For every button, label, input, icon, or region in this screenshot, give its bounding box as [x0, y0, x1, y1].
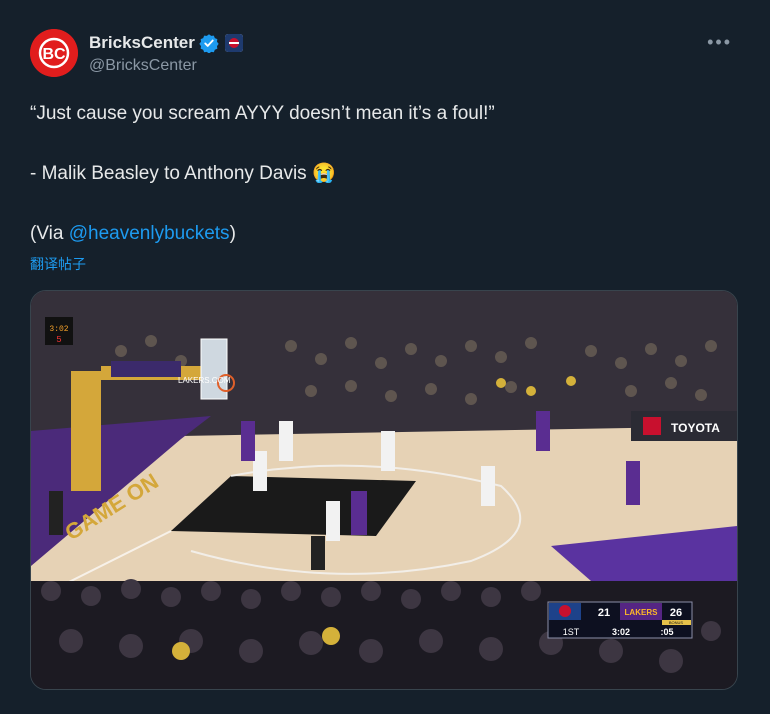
via-close: )	[229, 223, 236, 244]
bricks-logo-icon: BC	[30, 29, 78, 77]
tweet-header: BC BricksCenter @BricksCenter •••	[30, 29, 740, 79]
svg-text:21: 21	[598, 607, 610, 619]
handle[interactable]: @BricksCenter	[89, 57, 197, 75]
svg-text:3:02: 3:02	[612, 627, 630, 637]
more-options-icon[interactable]: •••	[707, 33, 732, 51]
svg-text:TOYOTA: TOYOTA	[671, 421, 720, 435]
tweet-line: “Just cause you scream AYYY doesn’t mean…	[30, 103, 495, 124]
via-text: (Via	[30, 223, 69, 244]
avatar[interactable]: BC	[30, 29, 78, 77]
svg-text:1ST: 1ST	[563, 627, 580, 637]
svg-text::05: :05	[660, 627, 673, 637]
svg-text:26: 26	[670, 607, 682, 619]
tweet-line: - Malik Beasley to Anthony Davis 😭	[30, 163, 336, 184]
svg-text:3:02: 3:02	[49, 325, 68, 334]
action-bar-partial	[30, 694, 330, 714]
tweet-text: “Just cause you scream AYYY doesn’t mean…	[30, 100, 730, 248]
video-frame: GAME ON 3:02 5 LAKERS.COM TOYOTA 21 LAKE…	[31, 291, 737, 689]
svg-text:BONUS: BONUS	[669, 620, 684, 625]
affiliation-badge-icon[interactable]	[224, 34, 243, 52]
svg-text:LAKERS.COM: LAKERS.COM	[178, 376, 231, 385]
svg-text:5: 5	[56, 335, 61, 345]
tweet-line: (Via @heavenlybuckets)	[30, 220, 730, 248]
svg-text:BC: BC	[42, 46, 66, 63]
verified-badge-icon	[199, 34, 219, 53]
svg-text:LAKERS: LAKERS	[625, 608, 659, 617]
scoreboard: 21 LAKERS 26 BONUS 1ST 3:02 :05	[547, 601, 693, 639]
name-line: BricksCenter	[89, 32, 243, 54]
mention-link[interactable]: @heavenlybuckets	[69, 223, 230, 244]
translate-post-link[interactable]: 翻译帖子	[30, 254, 86, 274]
media-video[interactable]: GAME ON 3:02 5 LAKERS.COM TOYOTA 21 LAKE…	[30, 290, 738, 690]
display-name[interactable]: BricksCenter	[89, 33, 195, 53]
